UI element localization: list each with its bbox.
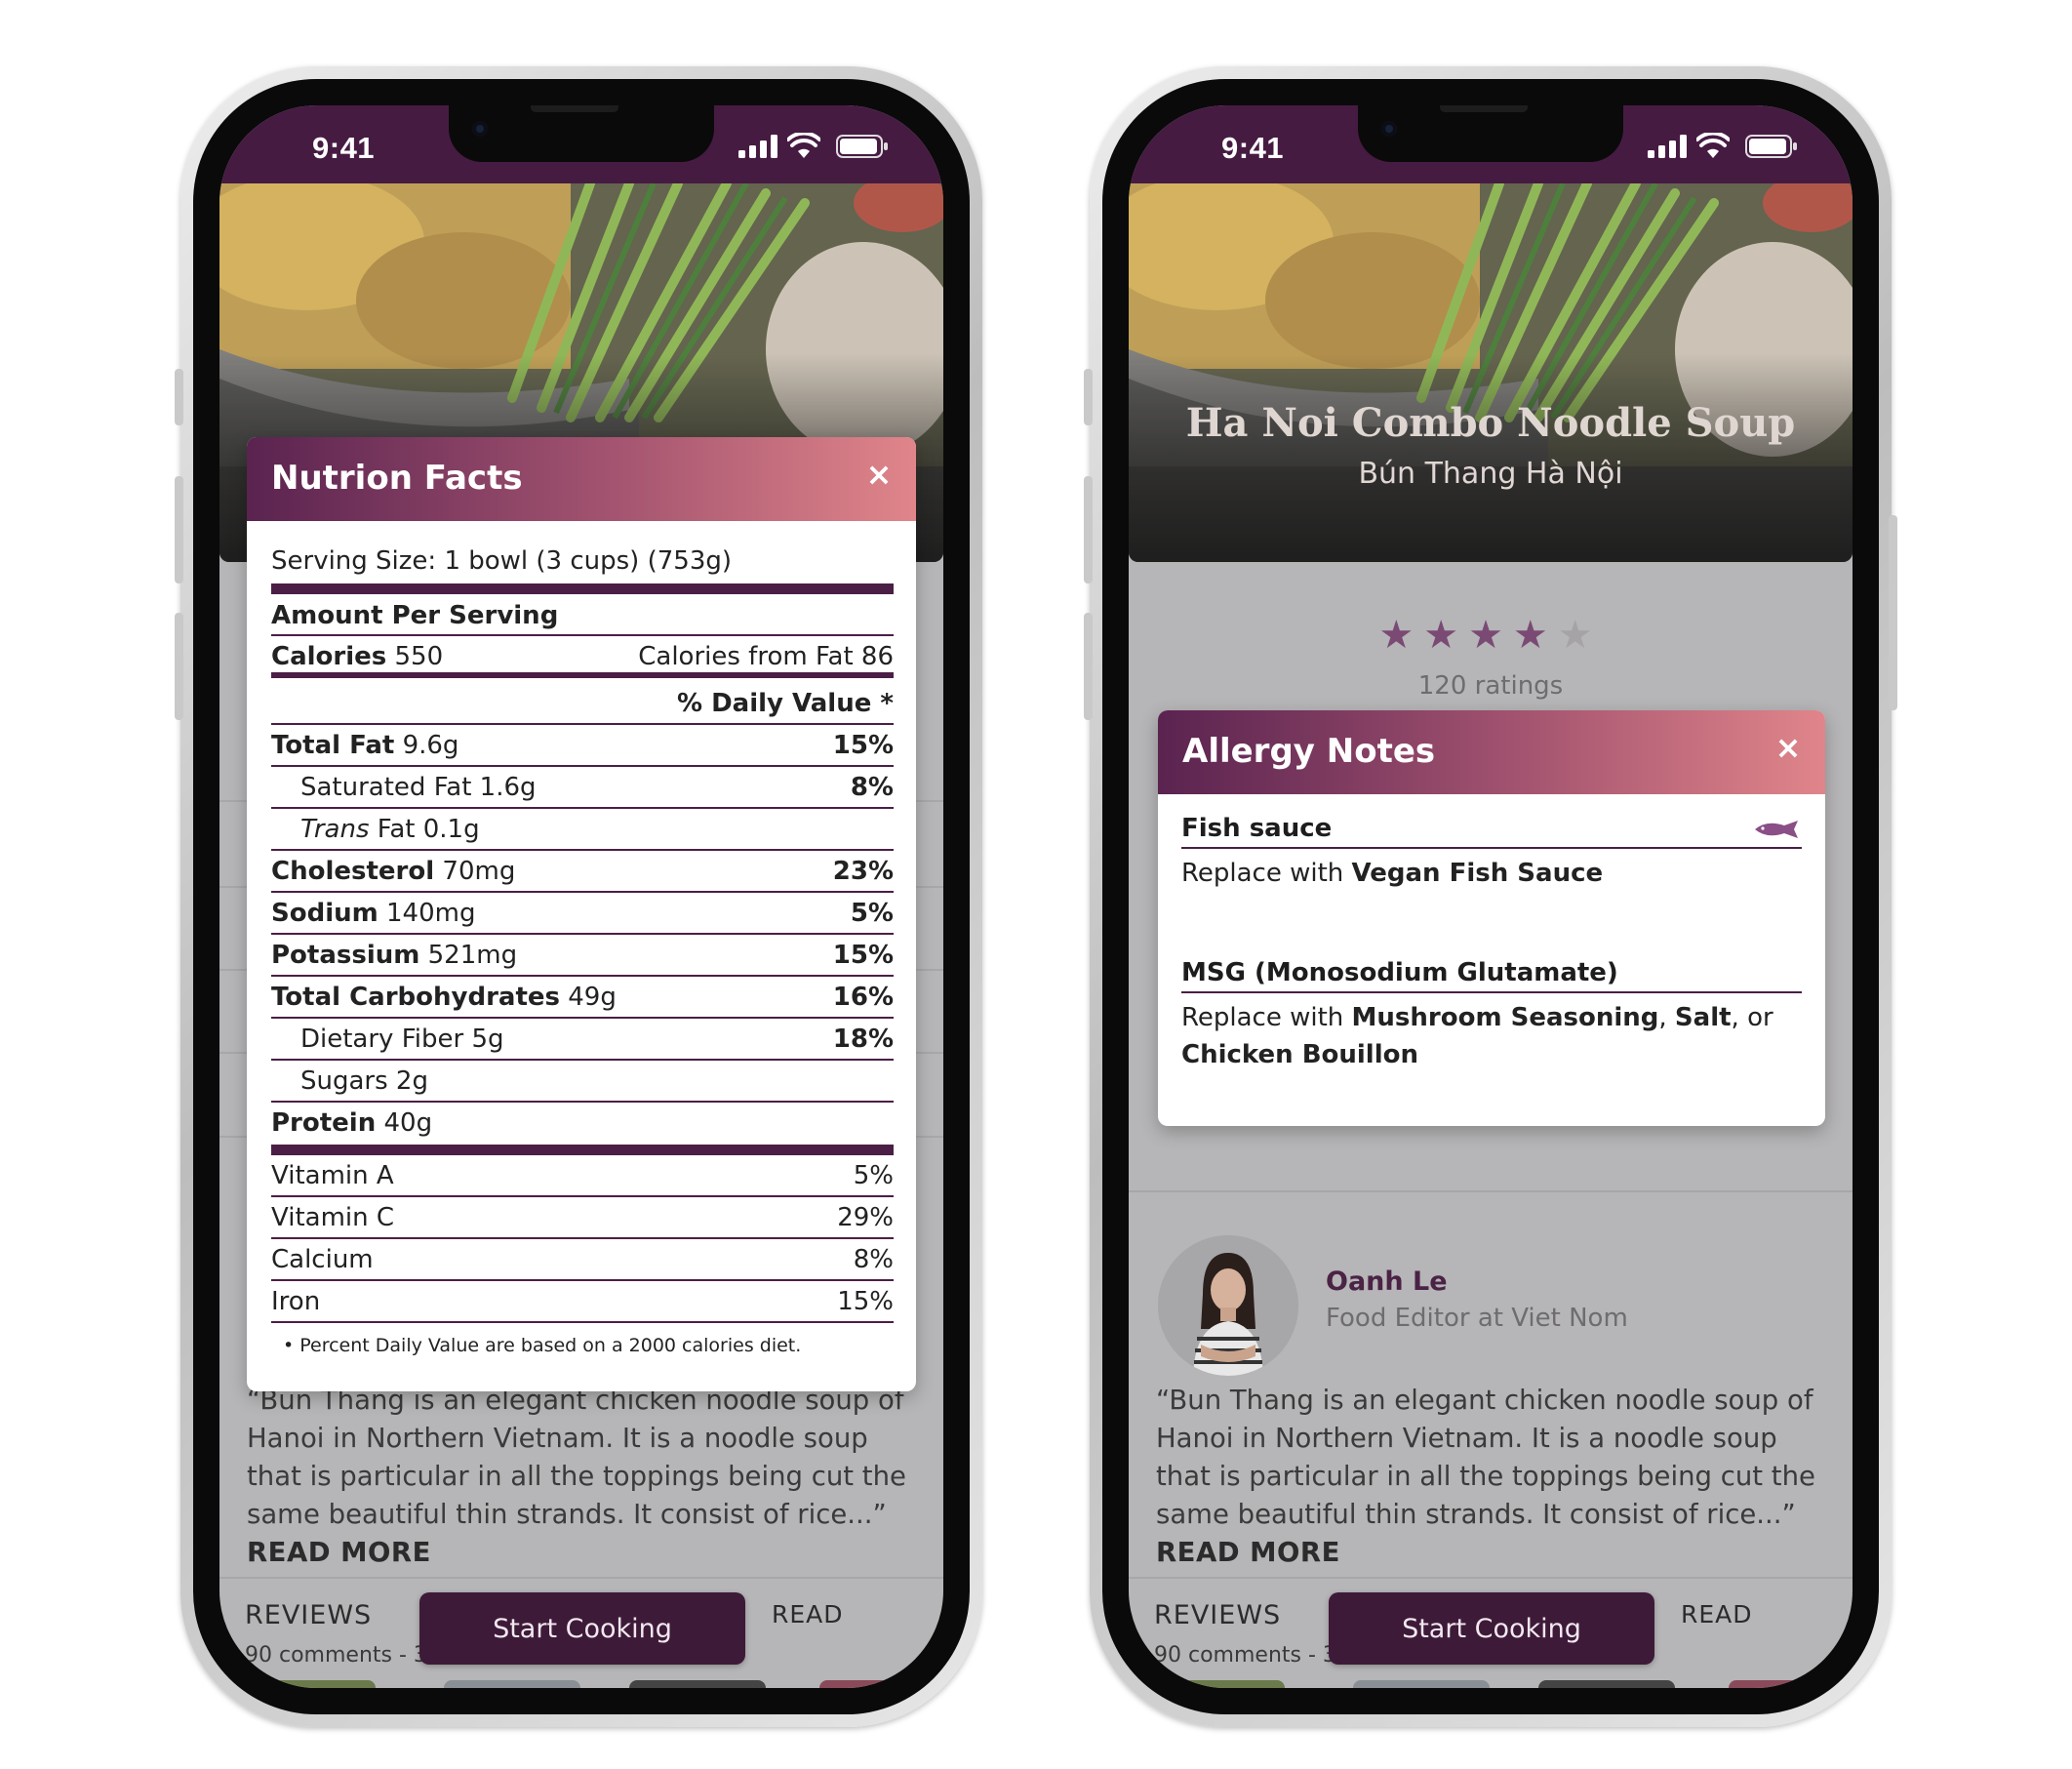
modal-header: Nutrion Facts ×	[247, 437, 916, 521]
comments-count: 90 comments - 3	[245, 1643, 427, 1668]
calories-label: Calories	[271, 642, 387, 671]
divider	[219, 1577, 943, 1579]
avatar	[1158, 1235, 1298, 1376]
amount-per-serving-row: Amount Per Serving	[271, 595, 894, 636]
power-button	[1889, 515, 1897, 710]
phone-left: 9:41 “Bun Thang is an elegant chicken no…	[175, 66, 982, 1727]
vitamin-row: Calcium 8%	[271, 1239, 894, 1281]
read-more-link[interactable]: READ MORE	[247, 1537, 431, 1568]
recipe-description: “Bun Thang is an elegant chicken noodle …	[1156, 1382, 1829, 1572]
reviews-tab[interactable]: REVIEWS	[1154, 1600, 1281, 1630]
reviews-tab[interactable]: REVIEWS	[245, 1600, 372, 1630]
volume-up-button	[175, 476, 183, 583]
read-tab[interactable]: READ	[772, 1600, 844, 1628]
star-rating[interactable]: ★★★★★	[1129, 613, 1853, 658]
notch	[449, 105, 714, 162]
nutrient-row: Protein 40g	[271, 1108, 433, 1138]
modal-title: Allergy Notes	[1182, 732, 1436, 771]
read-more-link[interactable]: READ MORE	[1156, 1537, 1340, 1568]
vitamin-row: Vitamin A 5%	[271, 1155, 894, 1197]
nutrient-row: Dietary Fiber 5g 18%	[271, 1019, 894, 1061]
nutrition-facts-modal: Nutrion Facts × Serving Size: 1 bowl (3 …	[247, 437, 916, 1391]
volume-down-button	[175, 613, 183, 720]
divider	[1129, 1577, 1853, 1579]
notch	[1358, 105, 1623, 162]
mute-switch	[175, 369, 183, 425]
close-icon[interactable]: ×	[861, 457, 897, 492]
camera-icon	[472, 121, 488, 137]
allergy-notes-modal: Allergy Notes × Fish sauce Replace with …	[1158, 710, 1825, 1126]
wifi-icon	[787, 133, 820, 158]
bottom-bar: REVIEWS 90 comments - 3 READ Start Cooki…	[1129, 1581, 1853, 1688]
stars-icon: ★★★★★	[1378, 613, 1603, 658]
author-role: Food Editor at Viet Nom	[1326, 1304, 1628, 1333]
mute-switch	[1084, 369, 1093, 425]
author-name[interactable]: Oanh Le	[1326, 1266, 1448, 1297]
close-icon[interactable]: ×	[1771, 730, 1806, 765]
allergen-title: MSG (Monosodium Glutamate)	[1181, 948, 1802, 993]
nutrient-row: Sodium 140mg 5%	[271, 893, 894, 935]
thumbnail-strip	[259, 1680, 902, 1688]
vitamin-row: Iron 15%	[271, 1281, 894, 1323]
cellular-signal-icon	[1648, 135, 1687, 158]
status-time: 9:41	[1221, 131, 1285, 165]
battery-icon	[1745, 135, 1797, 158]
battery-icon	[836, 135, 888, 158]
calories-value: 550	[394, 642, 444, 671]
ratings-count: 120 ratings	[1417, 671, 1564, 701]
nutrient-row: Trans Fat 0.1g	[271, 809, 894, 851]
modal-header: Allergy Notes ×	[1158, 710, 1825, 794]
nutrient-row: Sugars 2g	[271, 1061, 894, 1103]
description-text: “Bun Thang is an elegant chicken noodle …	[1156, 1385, 1815, 1530]
footnote: • Percent Daily Value are based on a 200…	[283, 1335, 802, 1356]
wifi-icon	[1696, 133, 1730, 158]
fish-icon	[1755, 821, 1798, 838]
thick-rule	[271, 1145, 894, 1155]
allergen-replacement: Replace with Mushroom Seasoning, Salt, o…	[1181, 1003, 1773, 1069]
volume-down-button	[1084, 613, 1093, 720]
daily-value-header: % Daily Value *	[271, 683, 894, 725]
start-cooking-button[interactable]: Start Cooking	[419, 1592, 745, 1665]
calories-from-fat: Calories from Fat 86	[638, 642, 894, 671]
allergen-title: Fish sauce	[1181, 804, 1802, 849]
thick-rule	[271, 583, 894, 594]
daily-value-label: % Daily Value *	[676, 689, 894, 718]
nutrient-row: Saturated Fat 1.6g 8%	[271, 767, 894, 809]
serving-size: Serving Size: 1 bowl (3 cups) (753g)	[271, 546, 733, 576]
allergen-replacement: Replace with Vegan Fish Sauce	[1181, 859, 1604, 888]
recipe-description: “Bun Thang is an elegant chicken noodle …	[247, 1382, 920, 1572]
cellular-signal-icon	[738, 135, 777, 158]
vitamin-row: Vitamin C 29%	[271, 1197, 894, 1239]
camera-icon	[1381, 121, 1397, 137]
divider	[1129, 1190, 1853, 1192]
bottom-bar: REVIEWS 90 comments - 3 READ Start Cooki…	[219, 1581, 943, 1688]
modal-title: Nutrion Facts	[271, 459, 523, 498]
nutrient-row: Cholesterol 70mg 23%	[271, 851, 894, 893]
comments-count: 90 comments - 3	[1154, 1643, 1336, 1668]
description-text: “Bun Thang is an elegant chicken noodle …	[247, 1385, 906, 1530]
read-tab[interactable]: READ	[1681, 1600, 1753, 1628]
screen-right: 9:41 Ha Noi Combo Noodle Soup Bún Thang …	[1129, 105, 1853, 1688]
amount-per-serving: Amount Per Serving	[271, 601, 559, 630]
thumbnail-strip	[1168, 1680, 1812, 1688]
status-time: 9:41	[312, 131, 376, 165]
phone-right: 9:41 Ha Noi Combo Noodle Soup Bún Thang …	[1084, 66, 1897, 1727]
screen-left: 9:41 “Bun Thang is an elegant chicken no…	[219, 105, 943, 1688]
start-cooking-button[interactable]: Start Cooking	[1329, 1592, 1654, 1665]
nutrient-row: Potassium 521mg 15%	[271, 935, 894, 977]
nutrient-row: Total Fat 9.6g 15%	[271, 725, 894, 767]
nutrient-row: Total Carbohydrates 49g 16%	[271, 977, 894, 1019]
volume-up-button	[1084, 476, 1093, 583]
calories-row: Calories 550 Calories from Fat 86	[271, 636, 894, 678]
